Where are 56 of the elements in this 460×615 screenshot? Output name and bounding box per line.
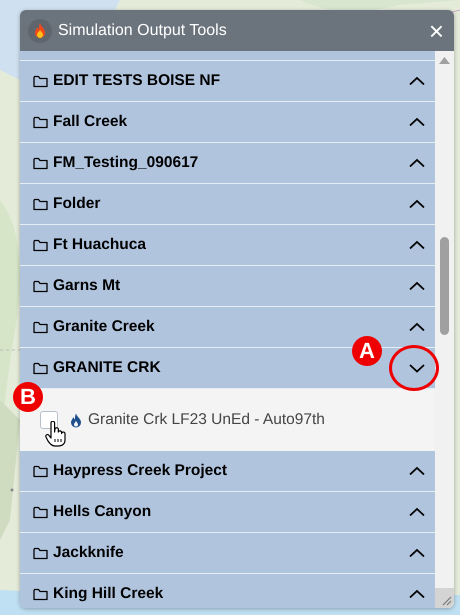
close-button[interactable]: × bbox=[426, 18, 446, 44]
chevron-up-icon[interactable] bbox=[409, 466, 425, 476]
folder-row[interactable]: Fall Creek bbox=[20, 102, 435, 143]
folder-icon bbox=[33, 506, 48, 518]
folder-icon bbox=[33, 464, 48, 478]
chevron-up-icon[interactable] bbox=[409, 281, 425, 291]
folder-name: Granite Creek bbox=[53, 317, 155, 338]
folder-row[interactable]: Haypress Creek Project bbox=[20, 451, 435, 492]
folder-row[interactable]: Ft Huachuca bbox=[20, 225, 435, 266]
folder-name: Hells Canyon bbox=[53, 502, 152, 522]
highlight-ring bbox=[389, 345, 439, 391]
folder-row[interactable]: Folder bbox=[20, 184, 435, 225]
folder-icon bbox=[33, 238, 48, 252]
chevron-up-icon[interactable] bbox=[409, 507, 425, 517]
window-title: Simulation Output Tools bbox=[58, 20, 227, 40]
folder-icon bbox=[33, 280, 48, 292]
folder-name: GRANITE CRK bbox=[53, 358, 161, 378]
chevron-up-icon[interactable] bbox=[409, 322, 425, 332]
flame-icon bbox=[28, 18, 52, 42]
folder-icon bbox=[33, 156, 48, 170]
folder-icon bbox=[33, 320, 48, 334]
folder-row[interactable]: EDIT TESTS BOISE NF bbox=[20, 61, 435, 102]
chevron-up-icon[interactable] bbox=[409, 117, 425, 127]
folder-name: Garns Mt bbox=[53, 276, 120, 296]
folder-row[interactable]: Garns Mt bbox=[20, 266, 435, 307]
folder-name: King Hill Creek bbox=[53, 584, 164, 604]
chevron-up-icon[interactable] bbox=[409, 199, 425, 209]
folder-row[interactable]: Hells Canyon bbox=[20, 492, 435, 533]
chevron-up-icon[interactable] bbox=[409, 589, 425, 599]
folder-icon bbox=[33, 588, 48, 600]
folder-icon bbox=[33, 362, 48, 374]
folder-row[interactable]: FM_Testing_090617 bbox=[20, 143, 435, 184]
folder-row[interactable]: King Hill Creek bbox=[20, 574, 435, 608]
resize-grip-icon[interactable] bbox=[435, 588, 454, 608]
chevron-up-icon[interactable] bbox=[409, 158, 425, 168]
chevron-down-icon[interactable] bbox=[409, 363, 425, 373]
folder-icon bbox=[33, 116, 48, 128]
folder-name: EDIT TESTS BOISE NF bbox=[53, 71, 220, 92]
folder-name: Fall Creek bbox=[53, 112, 128, 132]
folder-icon bbox=[33, 198, 48, 210]
folder-row[interactable]: Jackknife bbox=[20, 533, 435, 574]
folder-name: Jackknife bbox=[53, 543, 124, 564]
chevron-up-icon[interactable] bbox=[409, 240, 425, 250]
scrollbar[interactable] bbox=[435, 51, 454, 608]
chevron-up-icon[interactable] bbox=[409, 76, 425, 86]
folder-icon bbox=[33, 74, 48, 88]
folder-name: Haypress Creek Project bbox=[53, 461, 228, 482]
item-name: Granite Crk LF23 UnEd - Auto97th bbox=[88, 410, 325, 430]
flame-icon bbox=[70, 412, 82, 428]
hand-cursor-icon bbox=[45, 421, 67, 447]
folder-name: FM_Testing_090617 bbox=[53, 153, 198, 174]
chevron-up-icon[interactable] bbox=[409, 548, 425, 558]
folder-name: Ft Huachuca bbox=[53, 235, 146, 256]
folder-name: Folder bbox=[53, 194, 100, 214]
scrollbar-thumb[interactable] bbox=[440, 237, 449, 335]
folder-icon bbox=[33, 546, 48, 560]
